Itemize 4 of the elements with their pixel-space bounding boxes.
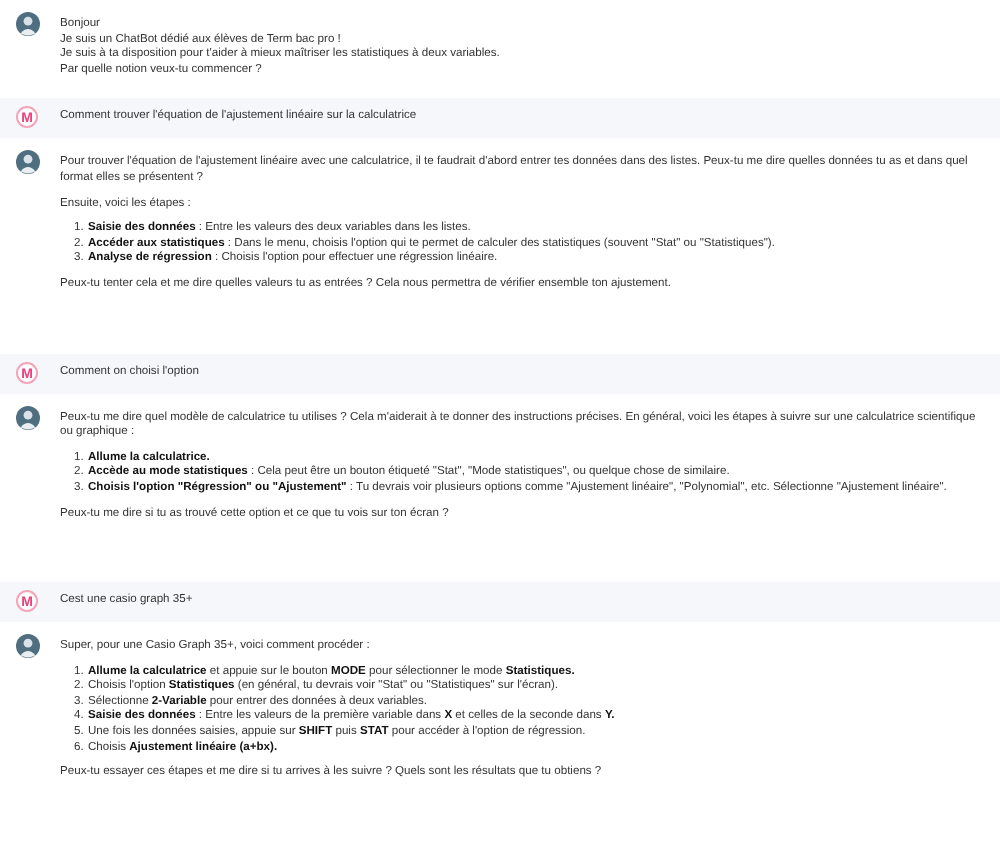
- bot-avatar-icon: [16, 634, 40, 659]
- bot-avatar-icon: [16, 150, 40, 175]
- bot-avatar-icon: [16, 405, 40, 430]
- bot-avatar-icon: [16, 12, 40, 36]
